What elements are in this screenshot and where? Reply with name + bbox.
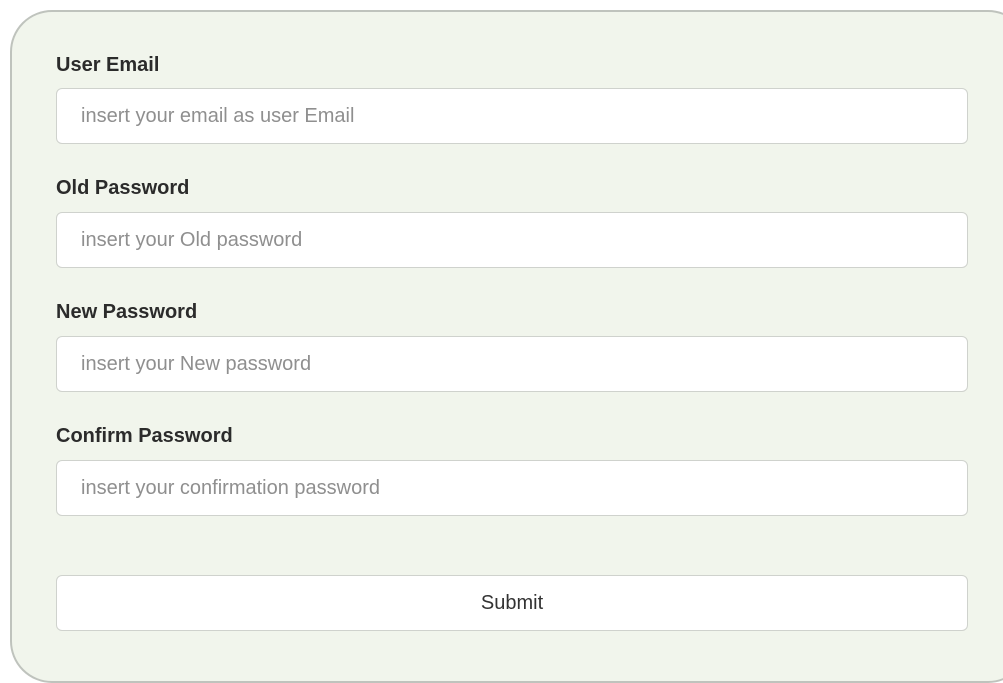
submit-button[interactable]: Submit xyxy=(56,575,968,631)
old-password-input[interactable] xyxy=(56,212,968,268)
old-password-label: Old Password xyxy=(56,177,190,199)
user-email-input[interactable] xyxy=(56,88,968,144)
user-email-label: User Email xyxy=(56,54,160,76)
new-password-input[interactable] xyxy=(56,336,968,392)
confirm-password-input[interactable] xyxy=(56,460,968,516)
new-password-label: New Password xyxy=(56,301,198,323)
confirm-password-label: Confirm Password xyxy=(56,425,233,447)
